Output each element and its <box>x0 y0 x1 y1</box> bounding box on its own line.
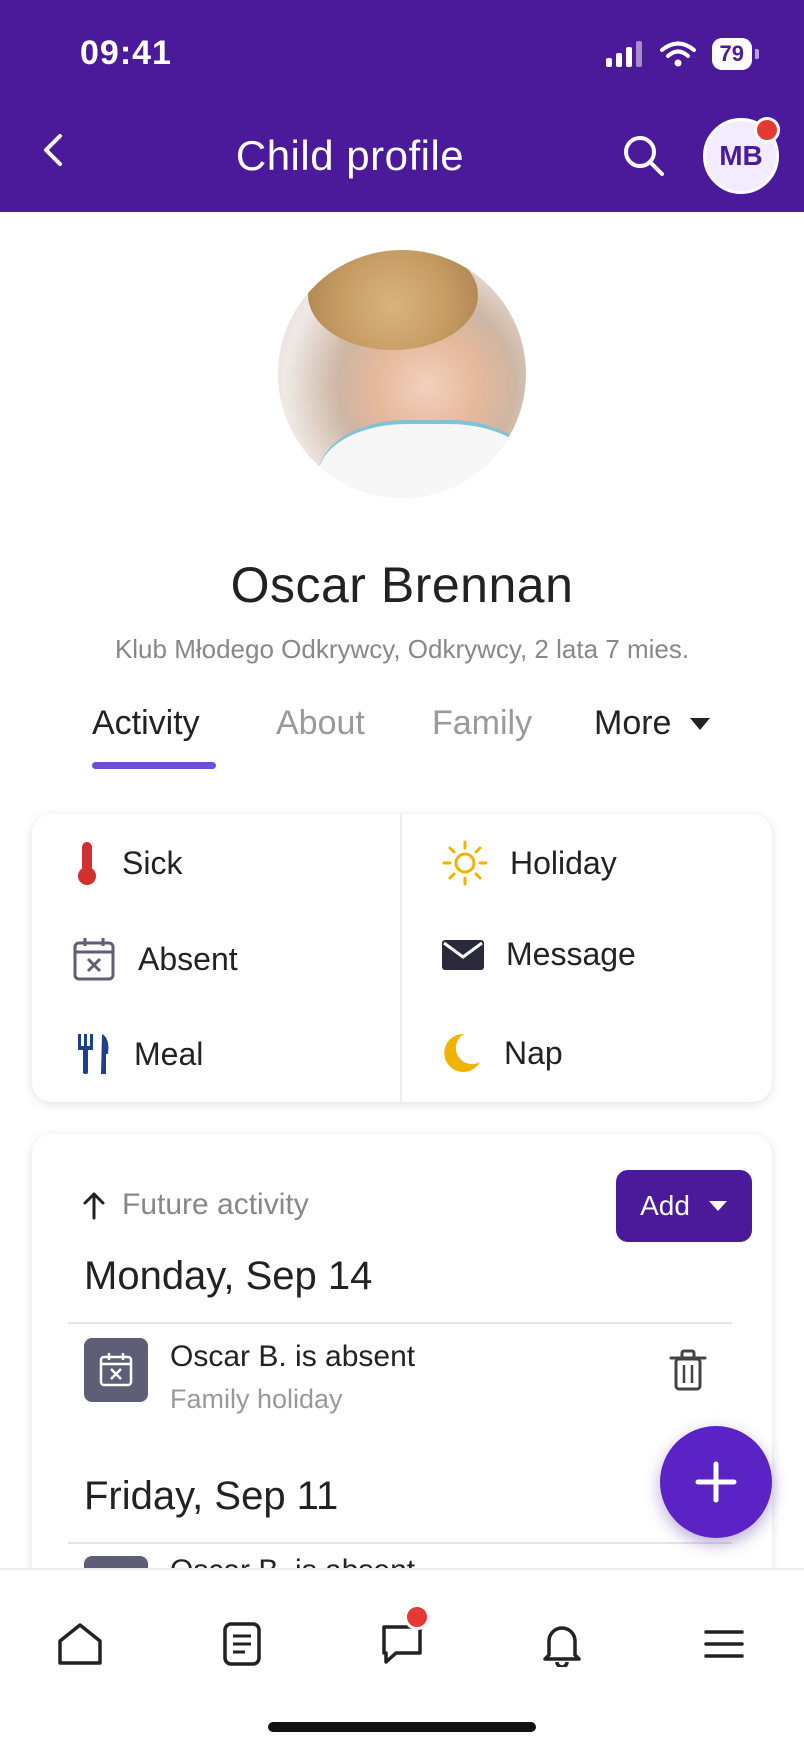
wifi-icon <box>659 41 696 67</box>
event-subtitle: Family holiday <box>170 1384 343 1414</box>
future-activity-toggle[interactable]: Future activity <box>82 1188 309 1222</box>
top-bar: 09:41 79 Child profile MB <box>0 0 804 212</box>
child-subtitle: Klub Młodego Odkrywcy, Odkrywcy, 2 lata … <box>114 634 690 664</box>
nav-notifications[interactable] <box>532 1614 592 1674</box>
tab-more-label: More <box>594 704 672 742</box>
trash-icon[interactable] <box>668 1348 708 1392</box>
quick-action-holiday[interactable]: Holiday <box>442 840 617 886</box>
bell-icon <box>543 1626 581 1667</box>
quick-action-message[interactable]: Message <box>442 936 636 973</box>
moon-icon <box>444 1033 480 1072</box>
envelope-icon <box>442 939 484 970</box>
quick-action-label: Message <box>506 936 636 972</box>
quick-action-label: Nap <box>504 1034 563 1071</box>
add-fab-button[interactable] <box>660 1426 772 1538</box>
status-time: 09:41 <box>80 34 172 72</box>
future-activity-label: Future activity <box>122 1188 309 1221</box>
tab-activity[interactable]: Activity <box>92 704 200 743</box>
quick-action-label: Meal <box>134 1035 204 1072</box>
divider <box>68 1322 732 1324</box>
calendar-x-icon <box>84 1556 148 1568</box>
battery-indicator: 79 <box>711 38 760 70</box>
nav-documents[interactable] <box>212 1614 272 1674</box>
caret-down-icon <box>690 717 711 730</box>
child-photo[interactable] <box>278 250 526 498</box>
search-icon[interactable] <box>620 132 668 180</box>
quick-action-meal[interactable]: Meal <box>74 1032 203 1076</box>
activity-item[interactable]: Oscar B. is absent <box>84 1556 724 1568</box>
plus-icon <box>695 1461 737 1503</box>
nav-menu[interactable] <box>694 1614 754 1674</box>
document-icon <box>223 1622 261 1666</box>
caret-down-icon <box>708 1201 727 1211</box>
photo-hair <box>308 250 478 350</box>
tab-about[interactable]: About <box>276 704 365 743</box>
avatar-initials: MB <box>719 140 763 171</box>
user-avatar[interactable]: MB <box>703 117 780 194</box>
arrow-up-icon <box>83 1192 105 1220</box>
home-icon <box>58 1623 102 1665</box>
signal-icon <box>605 41 642 67</box>
notification-badge <box>754 117 780 143</box>
quick-divider <box>400 814 402 1102</box>
day-heading: Friday, Sep 11 <box>84 1474 339 1518</box>
nav-home[interactable] <box>50 1614 110 1674</box>
fork-knife-icon <box>78 1034 109 1074</box>
add-button[interactable]: Add <box>616 1170 752 1242</box>
quick-action-label: Sick <box>122 844 183 881</box>
child-name: Oscar Brennan <box>230 557 574 613</box>
day-heading: Monday, Sep 14 <box>84 1254 373 1298</box>
quick-action-absent[interactable]: Absent <box>72 936 238 982</box>
quick-action-label: Absent <box>138 940 238 977</box>
quick-actions-card: Sick Holiday Absent Message Meal Nap <box>32 814 772 1102</box>
sun-icon <box>442 840 488 886</box>
chat-notification-badge <box>404 1604 430 1630</box>
tab-underline <box>92 762 216 769</box>
quick-action-nap[interactable]: Nap <box>442 1032 563 1074</box>
menu-icon <box>704 1630 744 1658</box>
page-title: Child profile <box>235 132 465 179</box>
divider <box>68 1542 732 1544</box>
calendar-x-icon <box>73 938 115 981</box>
status-icons: 79 <box>605 38 760 70</box>
event-title: Oscar B. is absent <box>170 1556 415 1568</box>
quick-action-sick[interactable]: Sick <box>74 840 182 886</box>
nav-chat[interactable] <box>372 1604 432 1674</box>
home-indicator <box>268 1722 536 1732</box>
calendar-x-icon <box>84 1338 148 1402</box>
thermometer-icon <box>78 842 96 885</box>
quick-action-label: Holiday <box>510 844 617 881</box>
profile-tabs: Activity About Family More <box>0 704 804 774</box>
activity-item[interactable]: Oscar B. is absent Family holiday <box>84 1338 724 1438</box>
add-button-label: Add <box>640 1190 690 1221</box>
photo-shirt <box>318 420 526 498</box>
tab-family[interactable]: Family <box>432 704 532 743</box>
tab-more[interactable]: More <box>594 704 711 743</box>
bottom-navigation <box>0 1568 804 1748</box>
event-title: Oscar B. is absent <box>170 1340 416 1373</box>
